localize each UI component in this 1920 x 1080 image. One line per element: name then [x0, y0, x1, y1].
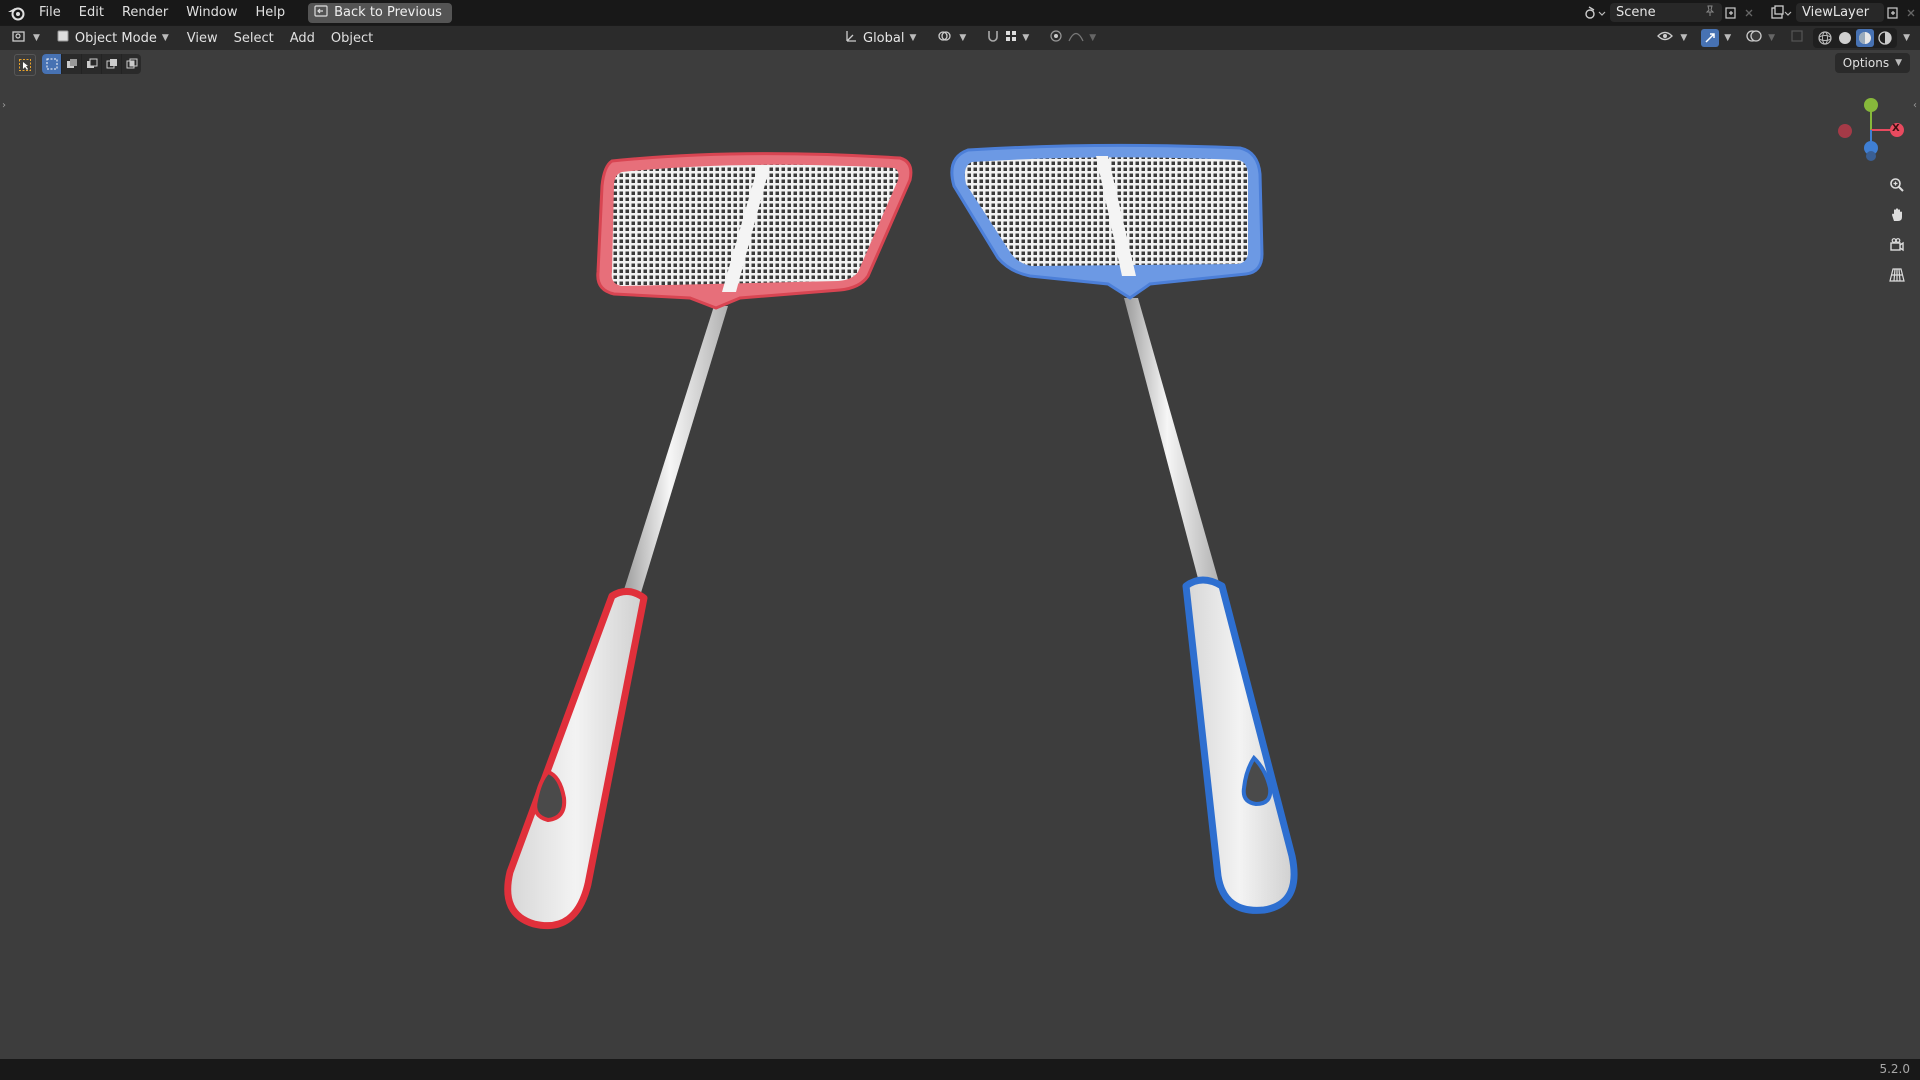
- shading-modes: [1813, 28, 1898, 48]
- chevron-down-icon: ▼: [1724, 33, 1732, 43]
- new-scene-icon[interactable]: [1722, 4, 1740, 22]
- visibility-dropdown[interactable]: ▼: [1651, 28, 1693, 48]
- 3d-viewport[interactable]: › ‹ X: [0, 76, 1920, 1059]
- gizmo-neg-z-axis: [1866, 151, 1876, 161]
- gizmo-icon: [1701, 29, 1720, 47]
- menu-help[interactable]: Help: [247, 0, 295, 25]
- top-menu-bar: File Edit Render Window Help Back to Pre…: [0, 0, 1920, 25]
- xray-icon: [1790, 29, 1804, 47]
- selection-mode-group: [42, 54, 141, 74]
- status-bar: 5.2.0: [0, 1059, 1920, 1080]
- shading-solid-icon[interactable]: [1836, 29, 1854, 47]
- scene-name[interactable]: Scene: [1616, 5, 1698, 20]
- transform-tools: Global ▼ ▼ ▼ ▼: [838, 28, 1102, 48]
- editor-type-icon: [12, 29, 28, 47]
- back-to-previous-button[interactable]: Back to Previous: [308, 2, 452, 23]
- menu-render[interactable]: Render: [113, 0, 177, 25]
- view-layer-icon[interactable]: [1766, 4, 1796, 22]
- overlay-icon: [1745, 29, 1763, 47]
- menu-edit[interactable]: Edit: [70, 0, 113, 25]
- camera-icon[interactable]: [1885, 233, 1909, 257]
- transform-orientation-dropdown[interactable]: Global ▼: [838, 28, 922, 48]
- new-view-layer-icon[interactable]: [1884, 4, 1902, 22]
- proportional-edit-toggle[interactable]: ▼: [1043, 28, 1102, 48]
- overlay-toggle[interactable]: ▼: [1739, 28, 1781, 48]
- chevron-down-icon: ▼: [161, 33, 169, 43]
- scene-selector[interactable]: Scene: [1610, 3, 1722, 22]
- view-layer-name[interactable]: ViewLayer: [1802, 5, 1869, 20]
- pin-icon[interactable]: [1704, 5, 1716, 21]
- navigation-gizmo[interactable]: X: [1828, 90, 1908, 174]
- pivot-icon: [936, 29, 954, 47]
- menu-window[interactable]: Window: [177, 0, 246, 25]
- shading-rendered-icon[interactable]: [1876, 29, 1894, 47]
- snap-grid-icon: [1005, 30, 1017, 46]
- menu-file[interactable]: File: [30, 0, 70, 25]
- scene-render: [504, 143, 1298, 930]
- select-intersect-icon[interactable]: [122, 54, 141, 74]
- back-button-label: Back to Previous: [334, 5, 442, 20]
- falloff-icon: [1068, 30, 1084, 46]
- object-mode-icon: [56, 29, 70, 47]
- shading-wireframe-icon[interactable]: [1816, 29, 1834, 47]
- gizmo-toggle[interactable]: ▼: [1699, 28, 1733, 48]
- version-label: 5.2.0: [1879, 1062, 1910, 1076]
- select-invert-icon[interactable]: [102, 54, 122, 74]
- options-label: Options: [1842, 56, 1890, 70]
- object-mode-label: Object Mode: [74, 30, 157, 46]
- close-view-layer-icon[interactable]: [1902, 4, 1920, 22]
- shading-options-chevron[interactable]: ▼: [1903, 33, 1910, 43]
- blender-logo-icon[interactable]: [2, 0, 30, 25]
- chevron-down-icon: ▼: [1895, 58, 1902, 68]
- red-swatter-grip: [504, 588, 648, 930]
- transform-orientation-icon: [844, 29, 858, 47]
- view-layer-selector[interactable]: ViewLayer: [1796, 3, 1884, 22]
- gizmo-neg-x-axis: [1838, 124, 1852, 138]
- chevron-down-icon: ▼: [33, 33, 40, 43]
- blue-swatter-grip: [1182, 576, 1298, 914]
- perspective-grid-icon[interactable]: [1885, 263, 1909, 287]
- zoom-icon[interactable]: [1885, 173, 1909, 197]
- red-fly-swatter[interactable]: [504, 152, 913, 930]
- menu-select[interactable]: Select: [226, 31, 282, 46]
- red-swatter-shaft: [622, 306, 728, 596]
- top-right-controls: Scene ViewLayer: [1580, 0, 1920, 25]
- select-box-tool[interactable]: [14, 54, 36, 76]
- chevron-down-icon: ▼: [1680, 33, 1688, 43]
- chevron-down-icon: ▼: [1022, 33, 1030, 43]
- menu-view[interactable]: View: [179, 31, 226, 46]
- editor-type-selector[interactable]: ▼: [6, 28, 46, 48]
- object-mode-dropdown[interactable]: Object Mode ▼: [50, 28, 175, 48]
- chevron-down-icon: ▼: [909, 33, 917, 43]
- blue-swatter-shaft: [1124, 298, 1220, 586]
- back-icon: [314, 4, 328, 21]
- chevron-down-icon: ▼: [1768, 33, 1776, 43]
- gizmo-y-axis: [1864, 98, 1878, 112]
- snap-toggle[interactable]: ▼: [980, 28, 1035, 48]
- pivot-dropdown[interactable]: ▼: [930, 28, 972, 48]
- gizmo-x-label: X: [1892, 123, 1900, 134]
- select-extend-icon[interactable]: [62, 54, 82, 74]
- blue-fly-swatter[interactable]: [950, 143, 1298, 914]
- scene-icon[interactable]: [1580, 4, 1610, 22]
- viewport-display-tools: ▼ ▼ ▼ ▼: [1651, 28, 1910, 48]
- select-new-icon[interactable]: [42, 54, 62, 74]
- tool-settings-bar: Options ▼: [0, 50, 1920, 76]
- proportional-edit-icon: [1049, 29, 1063, 47]
- viewport-header: ▼ Object Mode ▼ View Select Add Object G…: [0, 25, 1920, 50]
- transform-orientation-label: Global: [863, 30, 905, 46]
- select-subtract-icon[interactable]: [82, 54, 102, 74]
- pan-icon[interactable]: [1885, 203, 1909, 227]
- chevron-down-icon: ▼: [1089, 33, 1097, 43]
- shading-material-icon[interactable]: [1856, 29, 1875, 47]
- chevron-down-icon: ▼: [959, 33, 967, 43]
- menu-object[interactable]: Object: [323, 31, 381, 46]
- visibility-icon: [1657, 29, 1675, 47]
- close-icon[interactable]: [1740, 4, 1758, 22]
- menu-add[interactable]: Add: [282, 31, 323, 46]
- snap-icon: [986, 29, 1000, 47]
- options-dropdown[interactable]: Options ▼: [1834, 53, 1910, 73]
- xray-toggle[interactable]: [1787, 28, 1807, 48]
